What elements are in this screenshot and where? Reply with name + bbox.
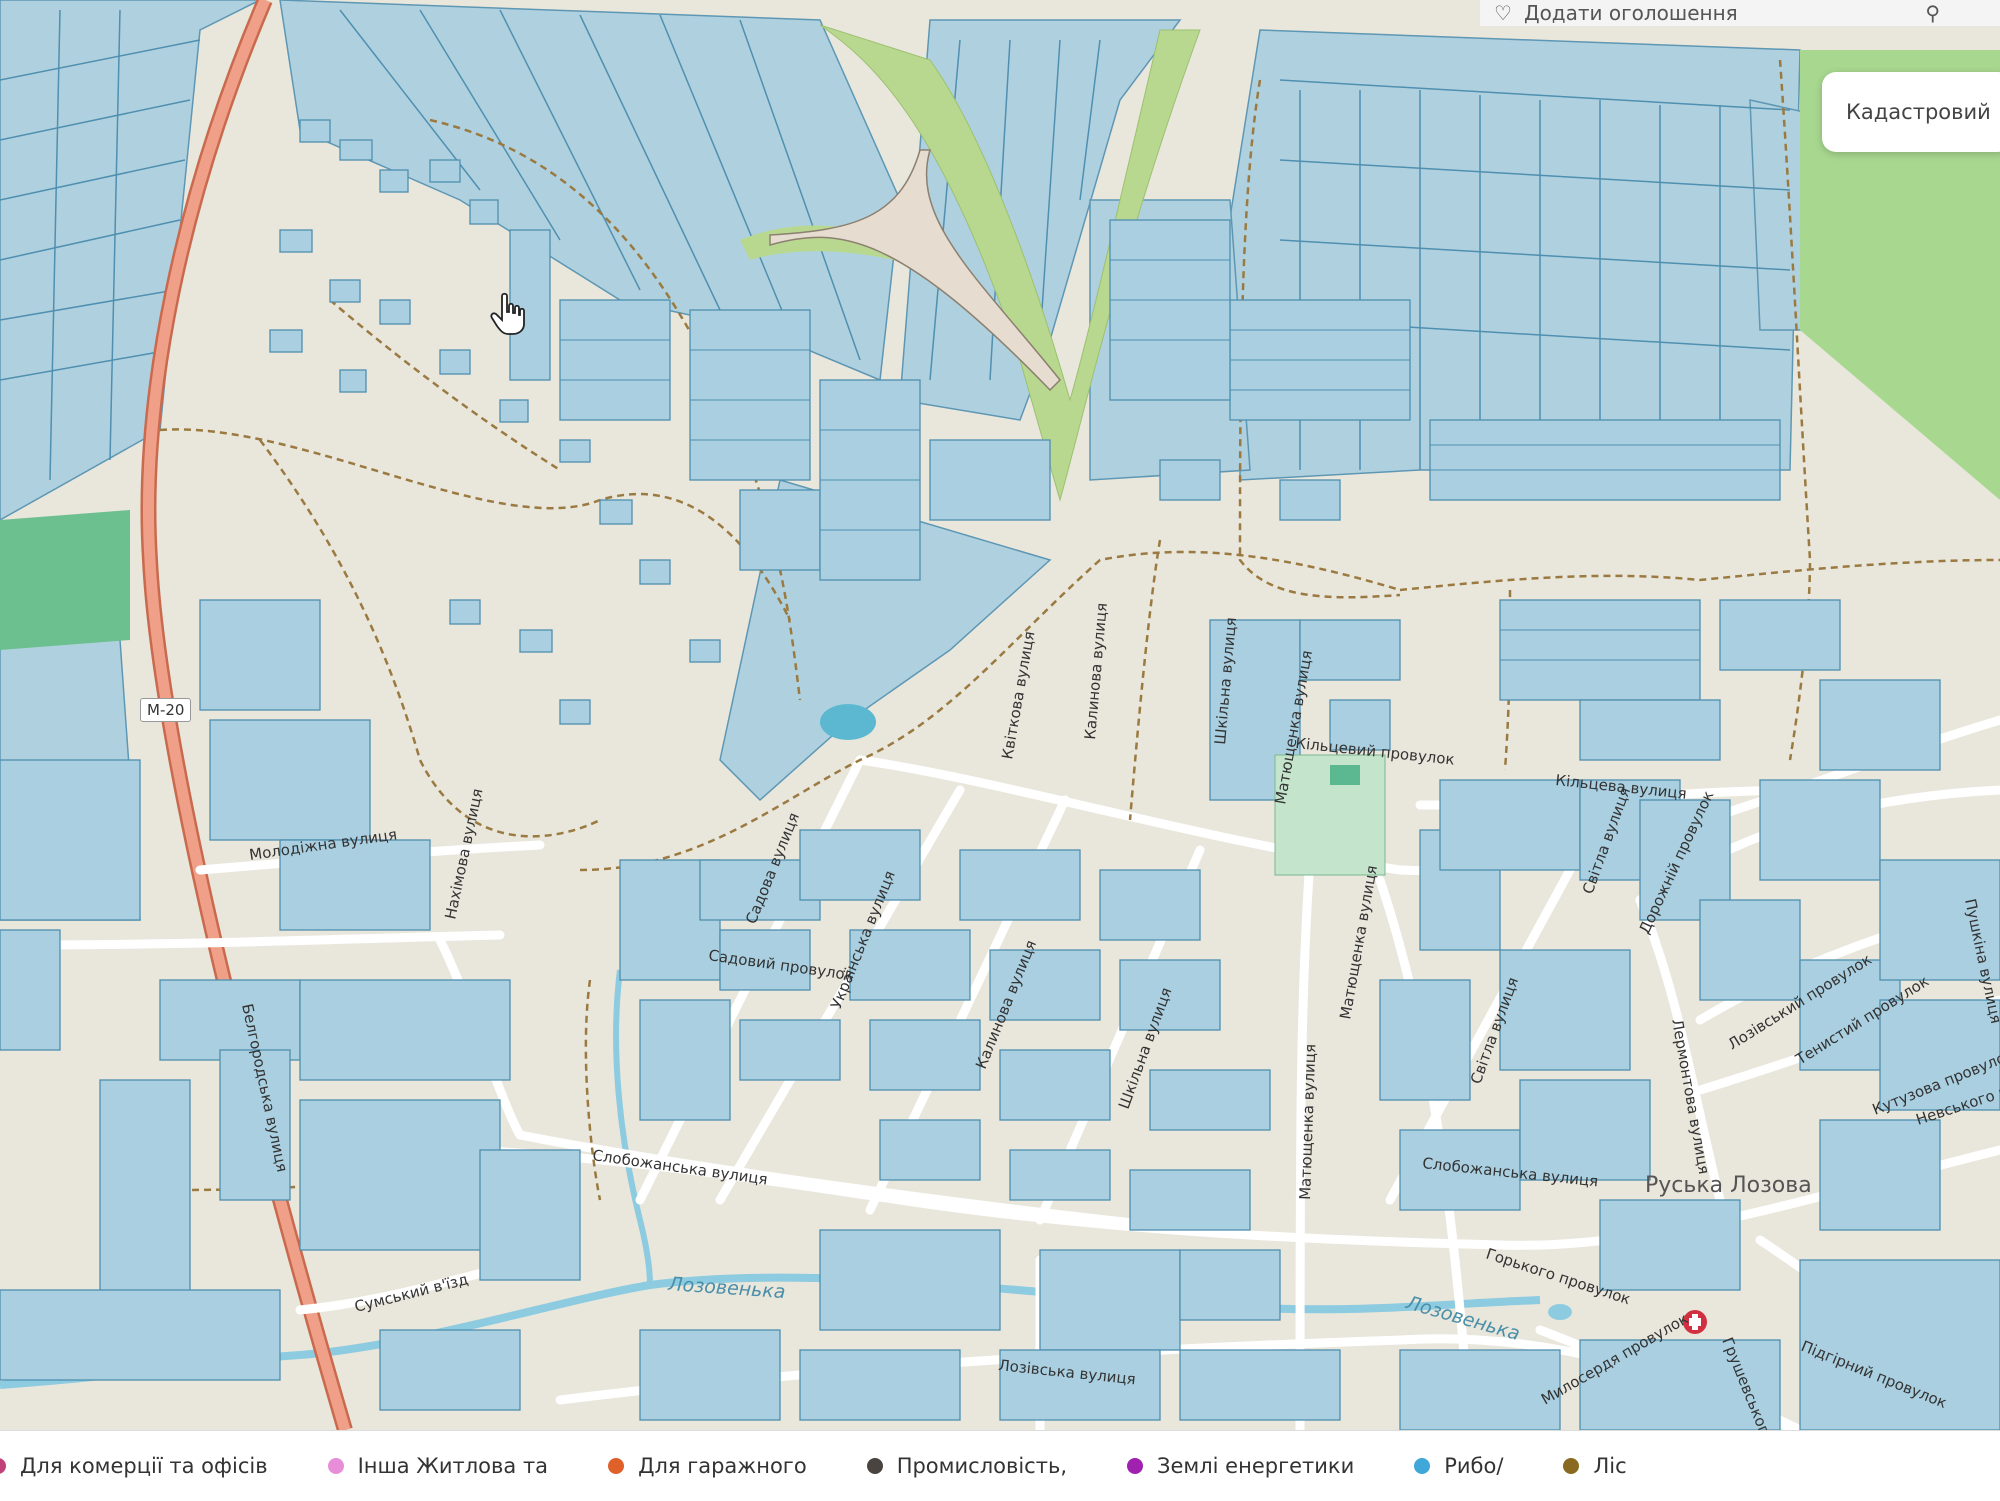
legend-item[interactable]: Рибо/ xyxy=(1414,1454,1503,1478)
legend-label: Промисловість, xyxy=(896,1454,1068,1478)
legend-item[interactable]: Для гаражного xyxy=(608,1454,807,1478)
legend-item[interactable]: Промисловість, xyxy=(866,1454,1068,1478)
legend-item[interactable]: Землі енергетики xyxy=(1127,1454,1354,1478)
cadastral-layer-button[interactable]: Кадастровий xyxy=(1822,72,2000,152)
legend-item[interactable]: Інша Житлова та xyxy=(327,1454,549,1478)
legend-label: Рибо/ xyxy=(1444,1454,1504,1478)
highway-badge: М-20 xyxy=(140,698,192,722)
layer-button-label: Кадастровий xyxy=(1846,100,1991,124)
cadastral-map[interactable]: Белгородська вулиця Молодіжна вулиця Нах… xyxy=(0,0,2000,1430)
legend-dot xyxy=(866,1458,883,1474)
legend-label: Ліс xyxy=(1593,1454,1627,1478)
legend-bar: Для комерції та офісів Інша Житлова та Д… xyxy=(0,1430,2000,1501)
legend-dot xyxy=(608,1458,625,1474)
legend-label: Для гаражного xyxy=(638,1454,807,1478)
legend-item[interactable]: Для комерції та офісів xyxy=(0,1454,268,1478)
legend-dot xyxy=(1563,1458,1580,1474)
bookmark-icon[interactable]: ♡ xyxy=(1494,1,1512,25)
legend-label: Землі енергетики xyxy=(1157,1454,1355,1478)
legend-item[interactable]: Ліс xyxy=(1563,1454,1627,1478)
legend-label: Для комерції та офісів xyxy=(20,1454,268,1478)
legend-dot xyxy=(1127,1458,1144,1474)
legend-dot xyxy=(327,1458,344,1474)
search-icon[interactable]: ⚲ xyxy=(1925,1,1940,25)
top-toolbar: ♡ Додати оголошення ⚲ xyxy=(1480,0,2000,26)
legend-dot xyxy=(1414,1458,1431,1474)
legend-label: Інша Житлова та xyxy=(357,1454,549,1478)
label-ruska-lozova: Руська Лозова xyxy=(1645,1173,1812,1198)
hand-cursor-icon xyxy=(490,292,525,335)
legend-dot xyxy=(0,1458,6,1474)
add-listing-link[interactable]: Додати оголошення xyxy=(1524,1,1738,25)
